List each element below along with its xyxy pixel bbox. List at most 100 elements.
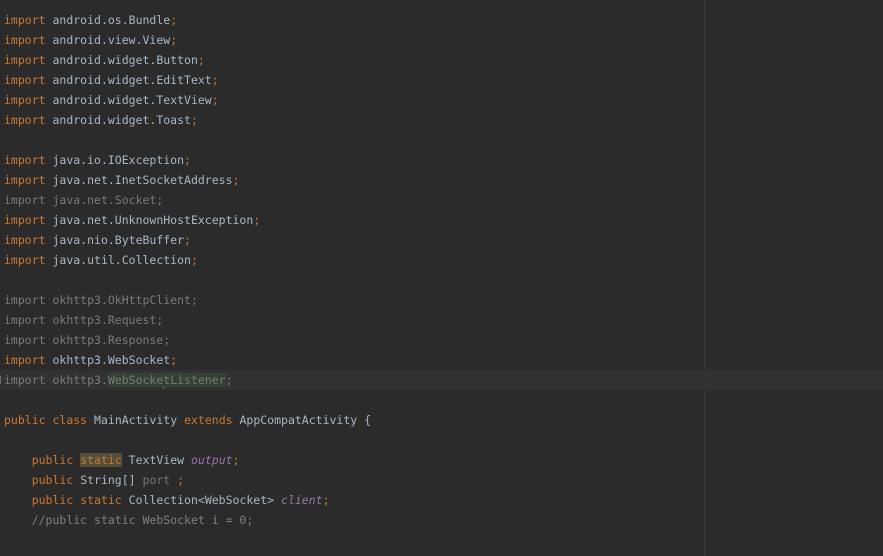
semicolon: ; <box>190 253 198 267</box>
keyword-public: public <box>31 453 74 467</box>
code-line[interactable]: import android.view.View; <box>0 30 883 50</box>
code-line[interactable]: import java.util.Collection; <box>0 250 883 270</box>
keyword-extends: extends <box>184 413 233 427</box>
semicolon: ; <box>170 33 178 47</box>
semicolon: ; <box>225 373 233 387</box>
import-path: java.util.Collection <box>52 253 191 267</box>
semicolon: ; <box>322 493 330 507</box>
parent-class-name: AppCompatActivity <box>239 413 358 427</box>
keyword-import: import <box>4 293 46 307</box>
blank-line[interactable] <box>0 130 883 150</box>
blank-line[interactable] <box>0 430 883 450</box>
code-line[interactable]: import java.net.UnknownHostException; <box>0 210 883 230</box>
keyword-import: import <box>4 113 46 127</box>
field-type: String[] <box>80 473 136 487</box>
keyword-public: public <box>31 493 74 507</box>
semicolon: ; <box>190 293 198 307</box>
keyword-import: import <box>4 353 46 367</box>
code-line-unused-import[interactable]: import okhttp3.Response; <box>0 330 883 350</box>
code-line[interactable]: import okhttp3.WebSocket; <box>0 350 883 370</box>
import-path: java.io.IOException <box>52 153 185 167</box>
import-path: okhttp3.OkHttpClient <box>52 293 191 307</box>
import-path: java.nio.ByteBuffer <box>52 233 185 247</box>
import-path: android.view.View <box>52 33 171 47</box>
field-declaration-line[interactable]: public static Collection<WebSocket> clie… <box>0 490 883 510</box>
semicolon: ; <box>197 53 205 67</box>
keyword-public: public <box>31 473 74 487</box>
blank-line[interactable] <box>0 390 883 410</box>
keyword-import: import <box>4 153 46 167</box>
comment-line[interactable]: //public static WebSocket i = 0; <box>0 510 883 530</box>
semicolon: ; <box>211 93 219 107</box>
semicolon: ; <box>232 453 240 467</box>
semicolon: ; <box>184 233 191 247</box>
import-path: android.os.Bundle <box>52 13 171 27</box>
code-editor[interactable]: import android.os.Bundle; import android… <box>0 0 883 556</box>
keyword-static: static <box>80 493 122 507</box>
class-name: MainActivity <box>94 413 178 427</box>
current-line[interactable]: import okhttp3.WebSocketListener; <box>0 370 883 390</box>
semicolon: ; <box>170 13 178 27</box>
code-line[interactable]: import android.widget.Button; <box>0 50 883 70</box>
semicolon: ; <box>156 313 164 327</box>
semicolon: ; <box>184 153 191 167</box>
field-name: client <box>281 493 323 507</box>
keyword-class: class <box>52 413 88 427</box>
keyword-import: import <box>4 53 46 67</box>
identifier-usage-highlight: WebSocke <box>107 373 164 387</box>
keyword-import: import <box>4 333 46 347</box>
semicolon: ; <box>232 173 240 187</box>
field-declaration-line[interactable]: public String[] port ; <box>0 470 883 490</box>
keyword-public: public <box>4 413 46 427</box>
import-path: okhttp3.Response <box>52 333 164 347</box>
field-name-unused: port <box>142 473 171 487</box>
import-path: java.net.UnknownHostException <box>52 213 254 227</box>
keyword-import: import <box>4 13 46 27</box>
code-line[interactable]: import android.os.Bundle; <box>0 10 883 30</box>
code-line-unused-import[interactable]: import okhttp3.Request; <box>0 310 883 330</box>
semicolon: ; <box>156 193 164 207</box>
code-line[interactable]: import android.widget.TextView; <box>0 90 883 110</box>
keyword-import: import <box>4 373 46 387</box>
keyword-import: import <box>4 93 46 107</box>
field-type: Collection<WebSocket> <box>128 493 275 507</box>
keyword-import: import <box>4 73 46 87</box>
keyword-import: import <box>4 193 46 207</box>
import-path: okhttp3. <box>52 373 108 387</box>
code-lines: import android.os.Bundle; import android… <box>0 10 883 530</box>
line-comment: //public static WebSocket i = 0; <box>31 513 254 527</box>
code-line[interactable]: import android.widget.EditText; <box>0 70 883 90</box>
code-line[interactable]: import java.io.IOException; <box>0 150 883 170</box>
code-line[interactable]: import java.net.InetSocketAddress; <box>0 170 883 190</box>
code-line[interactable]: import android.widget.Toast; <box>0 110 883 130</box>
import-path: java.net.Socket <box>52 193 157 207</box>
import-path: android.widget.Toast <box>52 113 191 127</box>
keyword-import: import <box>4 33 46 47</box>
blank-line[interactable] <box>0 270 883 290</box>
keyword-import: import <box>4 173 46 187</box>
import-path: android.widget.Button <box>52 53 198 67</box>
code-line-unused-import[interactable]: import okhttp3.OkHttpClient; <box>0 290 883 310</box>
field-declaration-line[interactable]: public static TextView output; <box>0 450 883 470</box>
fold-marker-icon[interactable] <box>0 376 4 384</box>
import-path: java.net.InetSocketAddress <box>52 173 233 187</box>
field-name: output <box>191 453 233 467</box>
semicolon: ; <box>190 113 198 127</box>
keyword-import: import <box>4 233 46 247</box>
semicolon: ; <box>163 333 171 347</box>
keyword-static-highlighted: static <box>80 453 122 467</box>
import-path: android.widget.EditText <box>52 73 212 87</box>
class-declaration-line[interactable]: public class MainActivity extends AppCom… <box>0 410 883 430</box>
semicolon: ; <box>170 353 178 367</box>
identifier-usage-highlight: tListener <box>163 373 226 387</box>
field-type: TextView <box>128 453 185 467</box>
import-path: okhttp3.Request <box>52 313 157 327</box>
code-line[interactable]: import java.nio.ByteBuffer; <box>0 230 883 250</box>
keyword-import: import <box>4 313 46 327</box>
code-line-unused-import[interactable]: import java.net.Socket; <box>0 190 883 210</box>
import-path: okhttp3.WebSocket <box>52 353 171 367</box>
semicolon: ; <box>177 473 185 487</box>
import-path: android.widget.TextView <box>52 93 212 107</box>
keyword-import: import <box>4 213 46 227</box>
keyword-import: import <box>4 253 46 267</box>
